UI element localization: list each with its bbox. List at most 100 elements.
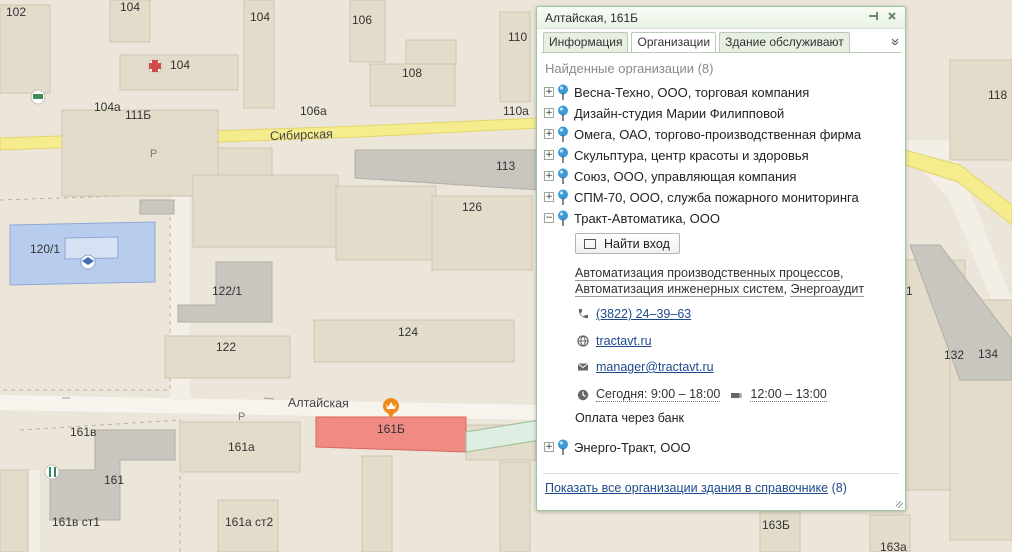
resize-handle[interactable] <box>896 501 903 508</box>
building-label: 122 <box>216 340 237 354</box>
hours-row: Сегодня: 9:00 – 18:00 12:00 – 13:00 <box>577 387 827 402</box>
map-pin-icon <box>558 210 568 226</box>
building-info-popup: Алтайская, 161Б Информация Организации З… <box>536 6 906 511</box>
organizations-count: (8) <box>831 481 847 495</box>
map-pin-icon <box>558 439 568 455</box>
school-icon <box>80 254 96 270</box>
building-label: 104 <box>170 58 191 72</box>
building-label: 161в <box>70 425 97 439</box>
organization-item[interactable]: + Весна-Техно, ООО, торговая компания <box>544 83 809 101</box>
building-label: 106 <box>352 13 373 27</box>
rubric-link[interactable]: Автоматизация производственных процессов <box>575 266 840 281</box>
popup-header: Алтайская, 161Б <box>537 7 905 29</box>
website-link[interactable]: tractavt.ru <box>596 334 652 348</box>
find-entrance-button[interactable]: Найти вход <box>575 233 680 254</box>
lunch-hours[interactable]: 12:00 – 13:00 <box>750 387 827 402</box>
tabs-more-icon[interactable] <box>891 37 899 48</box>
expand-icon[interactable]: + <box>544 108 554 118</box>
building-label: 110а <box>503 104 529 118</box>
street-label-sibirskaya: Сибирская <box>269 126 334 144</box>
building-label: 134 <box>978 347 999 361</box>
organization-name[interactable]: Союз, ООО, управляющая компания <box>574 169 796 184</box>
rubric-list-line-1: Автоматизация производственных процессов… <box>575 266 844 281</box>
footer: Показать все организации здания в справо… <box>545 481 847 495</box>
building-label: 104а <box>94 100 121 114</box>
expand-icon[interactable]: + <box>544 171 554 181</box>
collapse-icon[interactable]: − <box>544 213 554 223</box>
building-label: 161в ст1 <box>52 515 100 529</box>
lunch-icon <box>731 392 742 398</box>
footer-divider <box>543 473 899 474</box>
organization-item[interactable]: + Союз, ООО, управляющая компания <box>544 167 796 185</box>
map-pin-icon <box>558 147 568 163</box>
building-label: 110 <box>508 30 528 44</box>
organization-item[interactable]: − Тракт-Автоматика, ООО <box>544 209 720 227</box>
organization-name[interactable]: СПМ-70, ООО, служба пожарного мониторинг… <box>574 190 859 205</box>
popup-tabs: Информация Организации Здание обслуживаю… <box>543 32 850 52</box>
show-all-organizations-link[interactable]: Показать все организации здания в справо… <box>545 481 828 495</box>
expand-icon[interactable]: + <box>544 150 554 160</box>
expand-icon[interactable]: + <box>544 129 554 139</box>
map-pin-icon <box>558 168 568 184</box>
building-label: 108 <box>402 66 423 80</box>
phone-row: (3822) 24–39–63 <box>577 307 691 321</box>
building-label: 161 <box>104 473 125 487</box>
rubric-link[interactable]: Энергоаудит <box>790 282 865 297</box>
email-row: manager@tractavt.ru <box>577 360 714 374</box>
hotel-icon <box>30 89 46 105</box>
organization-item[interactable]: + Омега, ОАО, торгово-производственная фи… <box>544 125 861 143</box>
popup-title: Алтайская, 161Б <box>545 11 638 25</box>
organization-name[interactable]: Омега, ОАО, торгово-производственная фир… <box>574 127 861 142</box>
parking-label: Р <box>238 411 246 423</box>
rubric-list-line-2: Автоматизация инженерных систем, Энергоа… <box>575 282 865 297</box>
phone-icon <box>578 309 588 319</box>
building-label: 120/1 <box>30 242 61 256</box>
building-label: 102 <box>6 5 27 19</box>
building-label: 163а <box>880 540 907 552</box>
organization-name[interactable]: Энерго-Тракт, ООО <box>574 440 691 455</box>
expand-icon[interactable]: + <box>544 192 554 202</box>
medical-cross-icon <box>147 58 163 74</box>
rubric-link[interactable]: Автоматизация инженерных систем <box>575 282 784 297</box>
close-icon[interactable] <box>885 10 899 24</box>
building-pin-icon[interactable] <box>380 397 402 421</box>
building-label: 163Б <box>762 518 790 532</box>
organization-item[interactable]: + СПМ-70, ООО, служба пожарного мониторин… <box>544 188 859 206</box>
organization-item[interactable]: + Дизайн-студия Марии Филипповой <box>544 104 784 122</box>
map-pin-icon <box>558 189 568 205</box>
organization-item[interactable]: + Энерго-Тракт, ООО <box>544 438 691 456</box>
map-pin-icon <box>558 84 568 100</box>
organization-name[interactable]: Тракт-Автоматика, ООО <box>574 211 720 226</box>
pin-popup-icon[interactable] <box>867 10 881 24</box>
organization-item[interactable]: + Скульптура, центр красоты и здоровья <box>544 146 809 164</box>
map-pin-icon <box>558 105 568 121</box>
clock-icon <box>577 389 589 400</box>
entrance-icon <box>584 238 596 249</box>
building-label: 124 <box>398 325 419 339</box>
building-label: 1 <box>906 284 913 298</box>
expand-icon[interactable]: + <box>544 87 554 97</box>
building-label: 118 <box>988 88 1008 102</box>
street-label-altaiskaya: Алтайская <box>287 395 349 411</box>
organization-name[interactable]: Весна-Техно, ООО, торговая компания <box>574 85 809 100</box>
expand-icon[interactable]: + <box>544 442 554 452</box>
building-label: 126 <box>462 200 483 214</box>
found-organizations-label: Найденные организации (8) <box>545 61 714 76</box>
organization-name[interactable]: Дизайн-студия Марии Филипповой <box>574 106 784 121</box>
email-link[interactable]: manager@tractavt.ru <box>596 360 714 374</box>
tab-organizations[interactable]: Организации <box>631 32 717 52</box>
building-label: 104 <box>120 0 141 14</box>
building-label: 113 <box>496 159 516 173</box>
phone-link[interactable]: (3822) 24–39–63 <box>596 307 691 321</box>
building-label: 106а <box>300 104 327 118</box>
tab-information[interactable]: Информация <box>543 32 629 52</box>
building-label: 132 <box>944 348 965 362</box>
building-label: 104 <box>250 10 271 24</box>
tab-building-services[interactable]: Здание обслуживают <box>719 32 850 52</box>
map-pin-icon <box>558 126 568 142</box>
parking-label: Р <box>150 148 158 160</box>
hours-label[interactable]: Сегодня: 9:00 – 18:00 <box>596 387 721 402</box>
building-label-161b[interactable]: 161Б <box>377 422 405 436</box>
building-label: 161а <box>228 440 255 454</box>
organization-name[interactable]: Скульптура, центр красоты и здоровья <box>574 148 809 163</box>
